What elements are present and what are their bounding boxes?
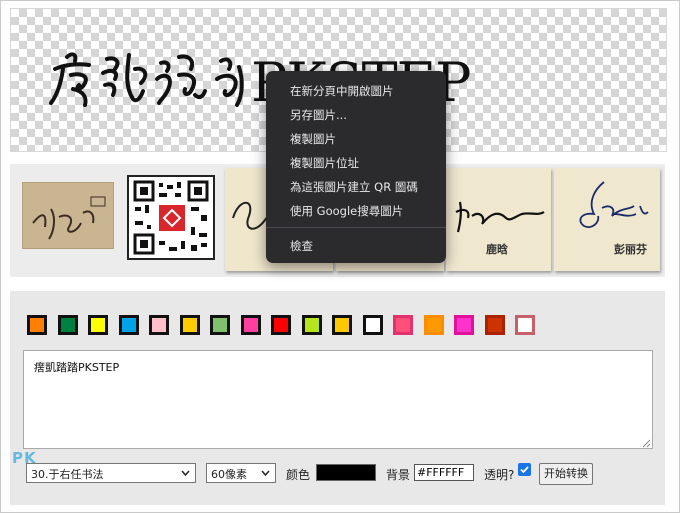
conversion-controls: 30.于右任书法 60像素 颜色 背景 透明? 开始转换 [26,463,656,487]
transparent-checkbox[interactable] [518,463,531,476]
gallery-thumbnail[interactable]: 彭丽芬 [554,168,660,271]
menu-item-copy-image-address[interactable]: 複製圖片位址 [290,155,359,171]
color-label: 颜色 [286,468,311,482]
font-style-value: 30.于右任书法 [31,468,104,481]
color-swatch[interactable] [363,315,383,335]
color-swatch[interactable] [271,315,291,335]
font-style-select[interactable]: 30.于右任书法 [26,463,196,483]
transparent-label: 透明? [484,468,515,482]
menu-divider [266,227,446,228]
background-label: 背景 [386,468,411,482]
color-swatch[interactable] [88,315,108,335]
color-swatch[interactable] [119,315,139,335]
menu-item-copy-image[interactable]: 複製圖片 [290,131,336,147]
color-swatch[interactable] [149,315,169,335]
color-swatch[interactable] [241,315,261,335]
thumbnail-caption: 鹿晗 [486,243,508,256]
gallery-thumbnail[interactable] [22,182,114,249]
color-swatch[interactable] [515,315,535,335]
color-swatch[interactable] [180,315,200,335]
color-swatch[interactable] [485,315,505,335]
gallery-thumbnail[interactable]: 鹿晗 [446,168,551,271]
thumbnail-caption: 彭丽芬 [614,243,647,256]
context-menu: 在新分頁中開啟圖片 另存圖片... 複製圖片 複製圖片位址 為這張圖片建立 QR… [266,71,446,263]
background-color-input[interactable] [414,464,474,481]
chevron-down-icon [261,470,270,476]
font-size-select[interactable]: 60像素 [206,463,276,483]
text-color-picker[interactable] [316,464,376,481]
menu-item-inspect[interactable]: 檢查 [290,238,313,254]
handwritten-signature-image [32,196,106,240]
chevron-down-icon [181,470,190,476]
signature-script-image [49,52,244,107]
menu-item-open-image-new-tab[interactable]: 在新分頁中開啟圖片 [290,83,394,99]
signature-text-input[interactable]: 瘔凱踏踏PKSTEP [23,350,653,449]
color-swatch[interactable] [210,315,230,335]
color-swatch[interactable] [302,315,322,335]
menu-item-create-qr-code[interactable]: 為這張圖片建立 QR 圖碼 [290,179,418,195]
color-swatch[interactable] [424,315,444,335]
resize-grip-icon[interactable] [642,439,651,448]
start-convert-button[interactable]: 开始转换 [539,463,593,485]
page-frame: PKSTEP [0,0,680,513]
font-size-value: 60像素 [211,468,247,481]
color-swatch[interactable] [332,315,352,335]
qr-code-thumbnail[interactable] [127,175,215,260]
color-swatch[interactable] [393,315,413,335]
checkmark-icon [520,466,529,474]
color-swatch[interactable] [27,315,47,335]
menu-item-save-image-as[interactable]: 另存圖片... [290,107,347,123]
menu-item-search-google[interactable]: 使用 Google搜尋圖片 [290,203,403,219]
control-panel: 瘔凱踏踏PKSTEP PK 30.于右任书法 60像素 颜色 背景 透明? 开始… [10,291,665,505]
qr-code-icon [133,180,209,255]
color-swatch[interactable] [58,315,78,335]
color-swatch[interactable] [454,315,474,335]
